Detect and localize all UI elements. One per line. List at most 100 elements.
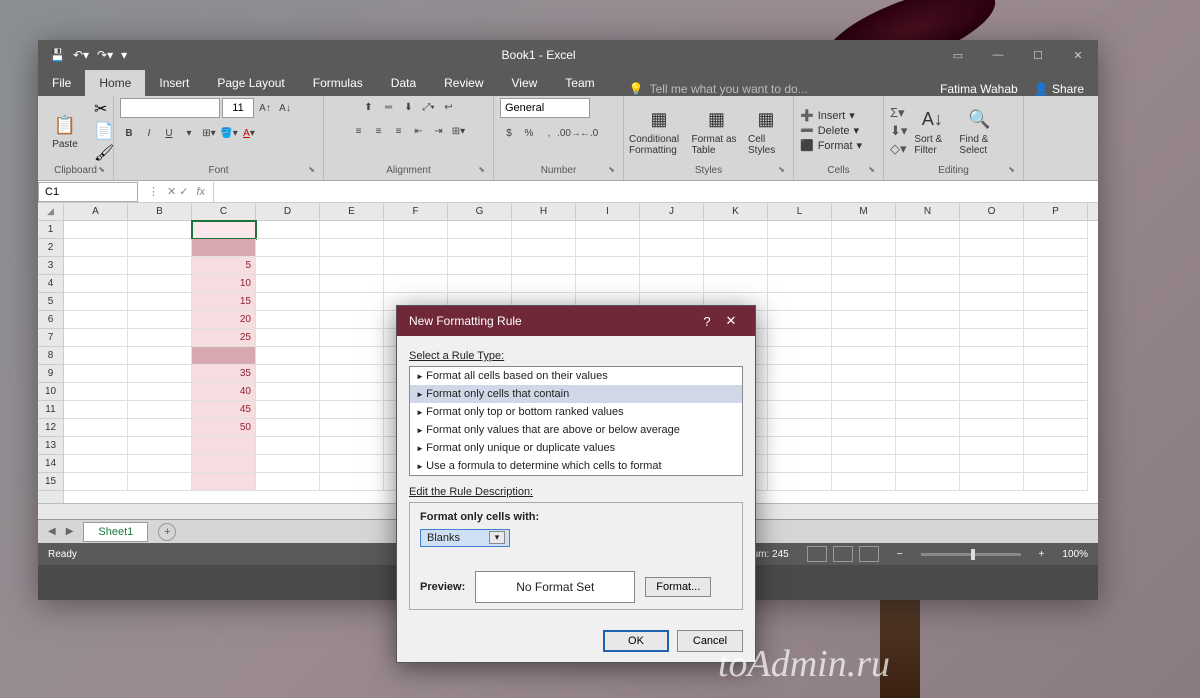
cell[interactable]: 45 xyxy=(192,401,256,419)
merge-center-icon[interactable]: ⊞▾ xyxy=(450,122,468,140)
cell[interactable] xyxy=(896,383,960,401)
view-normal-icon[interactable] xyxy=(807,546,827,562)
tab-data[interactable]: Data xyxy=(377,70,430,96)
cell[interactable] xyxy=(960,455,1024,473)
align-center-icon[interactable]: ≡ xyxy=(370,122,388,140)
cell[interactable] xyxy=(320,365,384,383)
row-header[interactable]: 8 xyxy=(38,347,63,365)
cell[interactable] xyxy=(704,239,768,257)
cell[interactable] xyxy=(768,329,832,347)
cell[interactable] xyxy=(896,365,960,383)
column-header[interactable]: I xyxy=(576,203,640,220)
conditional-formatting-button[interactable]: ▦Conditional Formatting xyxy=(630,104,688,158)
cell[interactable] xyxy=(192,347,256,365)
fill-color-icon[interactable]: 🪣▾ xyxy=(220,124,238,142)
column-header[interactable]: G xyxy=(448,203,512,220)
cell[interactable] xyxy=(64,473,128,491)
font-color-icon[interactable]: A▾ xyxy=(240,124,258,142)
cell[interactable] xyxy=(128,437,192,455)
cell[interactable] xyxy=(960,221,1024,239)
format-cells-button[interactable]: ⬛ Format ▾ xyxy=(800,139,862,152)
rule-type-item[interactable]: Format only cells that contain xyxy=(410,385,742,403)
sheet-nav-next-icon[interactable]: ▶ xyxy=(66,526,74,537)
cell[interactable] xyxy=(128,293,192,311)
rule-type-item[interactable]: Format all cells based on their values xyxy=(410,367,742,385)
cell[interactable] xyxy=(192,437,256,455)
cell[interactable] xyxy=(64,419,128,437)
cell[interactable] xyxy=(832,329,896,347)
cell[interactable] xyxy=(960,239,1024,257)
row-header[interactable]: 3 xyxy=(38,257,63,275)
cell[interactable] xyxy=(768,437,832,455)
cell[interactable] xyxy=(960,275,1024,293)
cell[interactable] xyxy=(192,473,256,491)
cell[interactable]: 25 xyxy=(192,329,256,347)
cell[interactable] xyxy=(256,383,320,401)
cell[interactable] xyxy=(128,401,192,419)
format-painter-icon[interactable]: 🖌 xyxy=(94,143,114,163)
cell[interactable] xyxy=(896,455,960,473)
cell[interactable] xyxy=(768,275,832,293)
row-header[interactable]: 1 xyxy=(38,221,63,239)
cell[interactable] xyxy=(256,239,320,257)
cell[interactable] xyxy=(640,239,704,257)
cell[interactable] xyxy=(832,275,896,293)
zoom-level[interactable]: 100% xyxy=(1062,549,1088,560)
row-header[interactable]: 14 xyxy=(38,455,63,473)
insert-cells-button[interactable]: ➕ Insert ▾ xyxy=(800,109,862,122)
cell[interactable] xyxy=(896,239,960,257)
cell[interactable] xyxy=(768,473,832,491)
cell[interactable] xyxy=(832,383,896,401)
cell[interactable] xyxy=(256,221,320,239)
cell[interactable] xyxy=(768,239,832,257)
cell[interactable] xyxy=(768,401,832,419)
cell[interactable] xyxy=(384,275,448,293)
cell[interactable] xyxy=(960,383,1024,401)
cell[interactable] xyxy=(384,221,448,239)
cell[interactable] xyxy=(832,257,896,275)
cell[interactable] xyxy=(832,437,896,455)
cell[interactable] xyxy=(768,455,832,473)
cell[interactable] xyxy=(64,275,128,293)
rule-type-item[interactable]: Use a formula to determine which cells t… xyxy=(410,457,742,475)
cell[interactable] xyxy=(320,239,384,257)
cell[interactable] xyxy=(64,365,128,383)
cell[interactable] xyxy=(832,401,896,419)
cell[interactable] xyxy=(448,275,512,293)
currency-icon[interactable]: $ xyxy=(500,124,518,142)
cell[interactable] xyxy=(640,275,704,293)
rule-type-item[interactable]: Format only unique or duplicate values xyxy=(410,439,742,457)
cell[interactable] xyxy=(896,257,960,275)
cell[interactable] xyxy=(768,419,832,437)
cell[interactable] xyxy=(64,293,128,311)
cell[interactable] xyxy=(1024,437,1088,455)
cell[interactable] xyxy=(960,401,1024,419)
cell[interactable] xyxy=(768,221,832,239)
cell[interactable] xyxy=(320,275,384,293)
cell[interactable] xyxy=(512,239,576,257)
cell[interactable] xyxy=(256,455,320,473)
zoom-slider[interactable] xyxy=(921,553,1021,556)
rule-type-item[interactable]: Format only values that are above or bel… xyxy=(410,421,742,439)
cell[interactable] xyxy=(192,221,256,239)
cell[interactable] xyxy=(896,419,960,437)
rule-type-list[interactable]: Format all cells based on their valuesFo… xyxy=(409,366,743,476)
cell[interactable] xyxy=(576,221,640,239)
redo-icon[interactable]: ↷▾ xyxy=(97,48,113,62)
cell[interactable] xyxy=(768,365,832,383)
cell[interactable] xyxy=(256,365,320,383)
cell[interactable] xyxy=(832,455,896,473)
row-header[interactable]: 15 xyxy=(38,473,63,491)
share-button[interactable]: 👤 Share xyxy=(1034,82,1084,96)
cell[interactable] xyxy=(1024,329,1088,347)
cell[interactable] xyxy=(128,455,192,473)
wrap-text-icon[interactable]: ↩ xyxy=(440,98,458,116)
cell[interactable]: 35 xyxy=(192,365,256,383)
cell[interactable] xyxy=(64,401,128,419)
increase-font-icon[interactable]: A↑ xyxy=(256,99,274,117)
cell[interactable] xyxy=(896,347,960,365)
cell[interactable] xyxy=(1024,257,1088,275)
dialog-help-button[interactable]: ? xyxy=(695,314,719,329)
column-header[interactable]: E xyxy=(320,203,384,220)
cell[interactable] xyxy=(896,473,960,491)
